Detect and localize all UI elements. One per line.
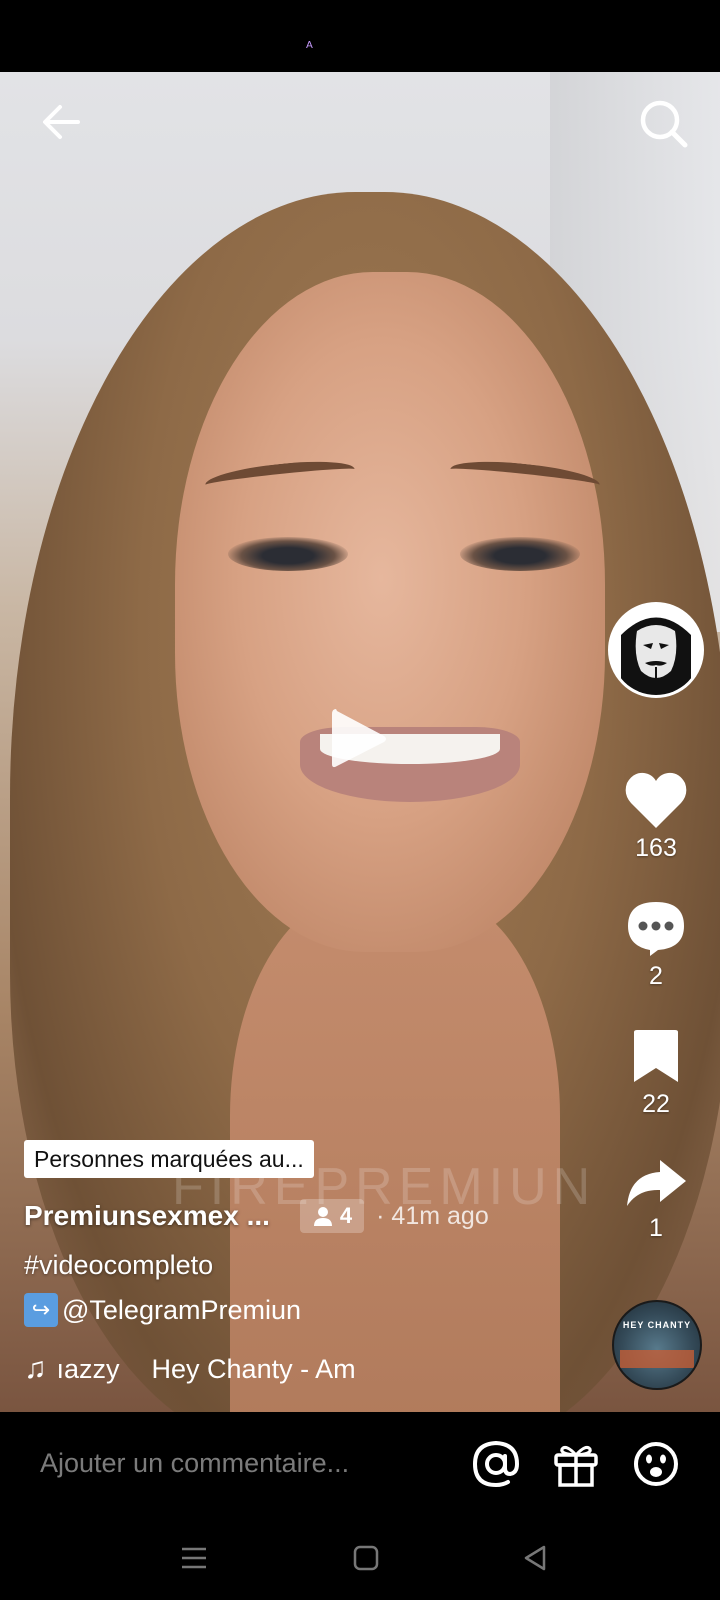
search-button[interactable] <box>638 98 690 150</box>
like-button[interactable]: 163 <box>610 770 702 863</box>
mention-link[interactable]: @TelegramPremiun <box>62 1295 301 1326</box>
music-note-icon: ♫ <box>24 1352 47 1385</box>
tagged-count: 4 <box>339 1203 353 1228</box>
nav-recents-button[interactable] <box>178 1542 210 1574</box>
comment-bubble-icon <box>628 902 684 956</box>
tagged-people-pill[interactable]: Personnes marquées au... <box>24 1140 314 1178</box>
music-text-right: Hey Chanty - Am <box>151 1353 356 1384</box>
comment-count: 2 <box>649 962 663 990</box>
bookmark-icon <box>634 1030 678 1082</box>
share-arrow-icon <box>627 1160 686 1206</box>
music-disc-label: HEY CHANTY <box>622 1320 692 1330</box>
hashtag-link[interactable]: #videocompleto <box>24 1250 213 1281</box>
right-arrow-hook-icon: ↪ <box>24 1293 58 1327</box>
creator-avatar[interactable] <box>608 602 704 698</box>
comment-input[interactable]: Ajouter un commentaire... <box>40 1448 349 1479</box>
emoji-button[interactable] <box>632 1440 680 1488</box>
at-icon <box>472 1440 520 1488</box>
nav-back-button[interactable] <box>520 1542 552 1574</box>
status-indicator: A <box>306 40 313 51</box>
music-ticker[interactable]: ♫ ıazzy Hey Chanty - Am <box>24 1352 424 1386</box>
heart-icon <box>625 772 687 828</box>
music-disc[interactable]: HEY CHANTY <box>612 1300 702 1390</box>
author-meta-row: Premiunsexmex ... 4 · 41m ago <box>24 1196 489 1236</box>
gift-icon <box>554 1446 598 1487</box>
menu-icon <box>182 1547 206 1569</box>
save-button[interactable]: 22 <box>610 1028 702 1119</box>
mention-row: ↪ @TelegramPremiun <box>24 1293 301 1327</box>
mask-avatar-icon <box>611 605 701 695</box>
post-time: · 41m ago <box>376 1201 489 1230</box>
share-button[interactable]: 1 <box>610 1156 702 1243</box>
back-arrow-icon <box>43 105 80 139</box>
gift-button[interactable] <box>552 1440 600 1488</box>
tagged-people-badge[interactable]: 4 <box>299 1199 365 1233</box>
music-text-left: ıazzy <box>56 1353 120 1384</box>
comment-bar: Ajouter un commentaire... <box>0 1412 720 1518</box>
person-icon <box>313 1207 332 1226</box>
mention-button[interactable] <box>472 1440 520 1488</box>
back-button[interactable] <box>38 98 86 146</box>
system-nav-bar <box>0 1518 720 1600</box>
nav-home-button[interactable] <box>350 1542 382 1574</box>
back-triangle-icon <box>524 1545 546 1571</box>
play-button[interactable] <box>330 705 388 773</box>
author-username[interactable]: Premiunsexmex ... <box>24 1200 270 1232</box>
emoji-icon <box>634 1442 678 1486</box>
save-count: 22 <box>642 1090 670 1118</box>
search-icon <box>640 100 688 148</box>
like-count: 163 <box>635 834 677 862</box>
share-count: 1 <box>649 1214 663 1242</box>
status-bar: A <box>0 0 720 72</box>
play-icon <box>332 709 386 768</box>
home-square-icon <box>353 1545 379 1571</box>
comment-button[interactable]: 2 <box>610 898 702 991</box>
